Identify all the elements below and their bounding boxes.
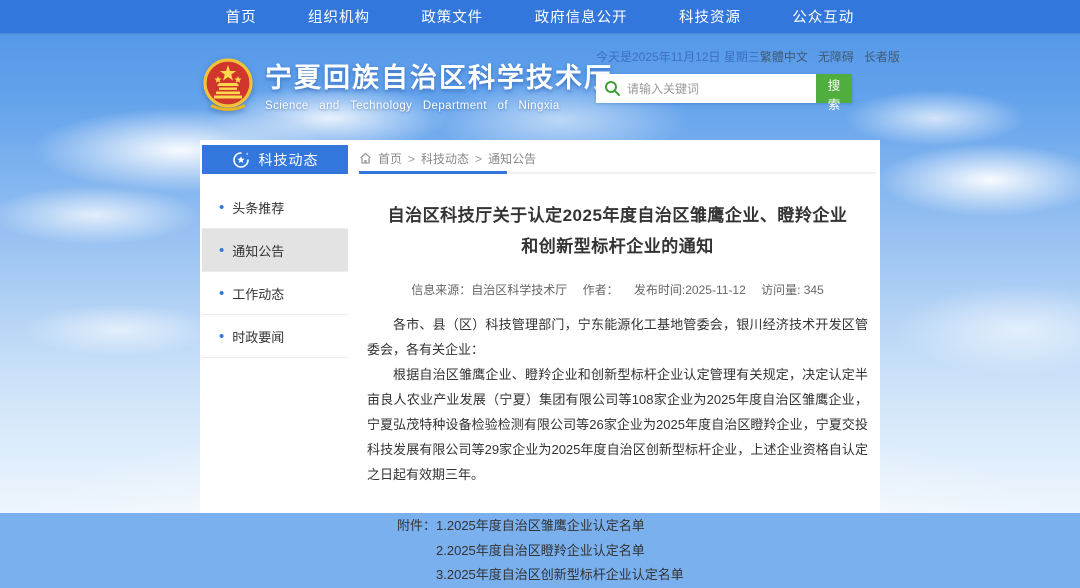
article-title: 自治区科技厅关于认定2025年度自治区雏鹰企业、瞪羚企业 和创新型标杆企业的通知	[367, 201, 868, 262]
attachments-label: 附件：	[397, 514, 436, 588]
sidebar-item-headlines[interactable]: • 头条推荐	[202, 186, 348, 229]
link-senior-version[interactable]: 长者版	[864, 48, 900, 65]
meta-view-count: 访问量: 345	[761, 283, 824, 297]
site-subtitle: Science and Technology Department of Nin…	[265, 100, 613, 112]
meta-author: 作者：	[583, 283, 619, 297]
breadcrumb-tech-news[interactable]: 科技动态	[421, 150, 469, 167]
nav-item-organization[interactable]: 组织机构	[308, 6, 370, 27]
national-emblem-logo	[202, 56, 254, 112]
attachment-link-1[interactable]: 1.2025年度自治区雏鹰企业认定名单	[436, 514, 684, 539]
sidebar: 科技动态 • 头条推荐 • 通知公告 • 工作动态 • 时政要闻	[202, 145, 348, 513]
breadcrumb-separator: >	[475, 152, 482, 166]
top-navigation-items: 首页 组织机构 政策文件 政府信息公开 科技资源 公众互动	[200, 0, 880, 33]
sidebar-menu: • 头条推荐 • 通知公告 • 工作动态 • 时政要闻	[202, 186, 348, 358]
nav-item-resources[interactable]: 科技资源	[679, 6, 741, 27]
attachment-link-3[interactable]: 3.2025年度自治区创新型标杆企业认定名单	[436, 563, 684, 588]
breadcrumb-notices[interactable]: 通知公告	[488, 150, 536, 167]
attachment-link-2[interactable]: 2.2025年度自治区瞪羚企业认定名单	[436, 539, 684, 564]
attachments-block: 附件： 1.2025年度自治区雏鹰企业认定名单 2.2025年度自治区瞪羚企业认…	[367, 514, 868, 588]
article-title-line1: 自治区科技厅关于认定2025年度自治区雏鹰企业、瞪羚企业	[367, 201, 868, 232]
search-button[interactable]: 搜索	[816, 74, 852, 103]
sidebar-title: 科技动态	[259, 150, 319, 170]
meta-source: 信息来源：自治区科学技术厅	[411, 283, 567, 297]
content-container: 科技动态 • 头条推荐 • 通知公告 • 工作动态 • 时政要闻	[200, 140, 880, 513]
sidebar-item-label: 通知公告	[232, 241, 284, 260]
current-date-text: 今天是2025年11月12日 星期三	[596, 48, 760, 65]
home-icon	[359, 152, 372, 165]
bullet-icon: •	[219, 243, 224, 258]
site-title: 宁夏回族自治区科学技术厅	[265, 56, 613, 95]
article-body: 各市、县（区）科技管理部门，宁东能源化工基地管委会，银川经济技术开发区管委会，各…	[367, 313, 868, 488]
article-paragraph: 根据自治区雏鹰企业、瞪羚企业和创新型标杆企业认定管理有关规定，决定认定半亩良人农…	[367, 363, 868, 488]
site-header: 宁夏回族自治区科学技术厅 Science and Technology Depa…	[200, 44, 880, 136]
site-title-block: 宁夏回族自治区科学技术厅 Science and Technology Depa…	[265, 56, 613, 112]
link-traditional-chinese[interactable]: 繁體中文	[760, 48, 808, 65]
sidebar-item-notices[interactable]: • 通知公告	[202, 229, 348, 272]
breadcrumb-separator: >	[408, 152, 415, 166]
article-title-line2: 和创新型标杆企业的通知	[367, 232, 868, 263]
attachments-list: 1.2025年度自治区雏鹰企业认定名单 2.2025年度自治区瞪羚企业认定名单 …	[436, 514, 684, 588]
sidebar-header: 科技动态	[202, 145, 348, 174]
sidebar-item-label: 工作动态	[232, 284, 284, 303]
article-paragraph: 各市、县（区）科技管理部门，宁东能源化工基地管委会，银川经济技术开发区管委会，各…	[367, 313, 868, 363]
sidebar-item-political-news[interactable]: • 时政要闻	[202, 315, 348, 358]
star-circle-icon	[232, 151, 250, 169]
search-input[interactable]	[596, 74, 816, 103]
breadcrumb: 首页 > 科技动态 > 通知公告	[359, 145, 876, 174]
search-icon	[604, 80, 621, 97]
search-bar: 搜索	[596, 74, 852, 103]
nav-item-interaction[interactable]: 公众互动	[792, 6, 854, 27]
bullet-icon: •	[219, 286, 224, 301]
top-navigation-bar: 首页 组织机构 政策文件 政府信息公开 科技资源 公众互动	[0, 0, 1080, 33]
article-meta: 信息来源：自治区科学技术厅 作者： 发布时间:2025-11-12 访问量: 3…	[367, 281, 868, 298]
sidebar-item-work-updates[interactable]: • 工作动态	[202, 272, 348, 315]
quick-links: 繁體中文 无障碍 长者版	[760, 48, 900, 65]
nav-item-home[interactable]: 首页	[226, 6, 257, 27]
site-brand[interactable]: 宁夏回族自治区科学技术厅 Science and Technology Depa…	[202, 56, 613, 112]
search-input-box	[596, 74, 816, 103]
meta-publish-date: 发布时间:2025-11-12	[634, 283, 746, 297]
main-column: 首页 > 科技动态 > 通知公告 自治区科技厅关于认定2025年度自治区雏鹰企业…	[359, 145, 876, 513]
header-meta-row: 今天是2025年11月12日 星期三 繁體中文 无障碍 长者版	[596, 48, 874, 65]
article: 自治区科技厅关于认定2025年度自治区雏鹰企业、瞪羚企业 和创新型标杆企业的通知…	[359, 174, 876, 588]
nav-item-gov-info[interactable]: 政府信息公开	[535, 6, 628, 27]
header-right-panel: 今天是2025年11月12日 星期三 繁體中文 无障碍 长者版 搜索	[596, 48, 874, 103]
bullet-icon: •	[219, 329, 224, 344]
breadcrumb-home[interactable]: 首页	[378, 150, 402, 167]
sidebar-item-label: 头条推荐	[232, 198, 284, 217]
nav-item-policy[interactable]: 政策文件	[421, 6, 483, 27]
link-accessibility[interactable]: 无障碍	[818, 48, 854, 65]
bullet-icon: •	[219, 200, 224, 215]
sidebar-item-label: 时政要闻	[232, 327, 284, 346]
